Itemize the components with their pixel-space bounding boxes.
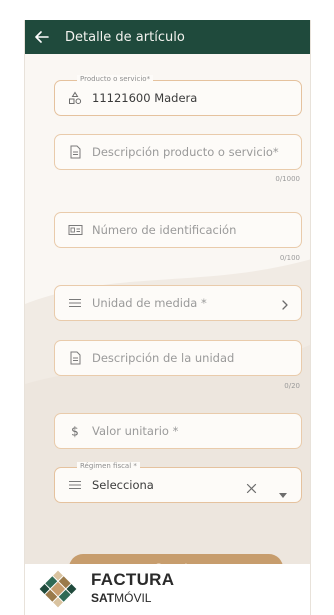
brand-sat: SAT — [91, 591, 115, 605]
identification-number-placeholder: Número de identificación — [92, 223, 237, 237]
brand-subtitle: SATMÓVIL — [91, 591, 151, 605]
page-title: Detalle de artículo — [65, 29, 185, 45]
form-scroll-area[interactable]: Producto o servicio* 11121600 Madera Des… — [25, 54, 310, 564]
phone-screen: Detalle de artículo Producto o servicio*… — [24, 20, 311, 615]
footer-branding: FACTURA SATMÓVIL — [25, 564, 310, 615]
identification-number-counter: 0/100 — [279, 254, 300, 262]
sat-logo-icon — [39, 570, 77, 608]
tax-regime-value: Selecciona — [92, 478, 154, 492]
app-bar: Detalle de artículo — [25, 20, 310, 54]
unit-description-placeholder: Descripción de la unidad — [92, 351, 235, 365]
brand-title: FACTURA — [91, 570, 175, 589]
description-field[interactable]: Descripción producto o servicio* — [54, 134, 302, 170]
list-icon — [67, 295, 83, 311]
dollar-icon: $ — [67, 423, 83, 439]
tax-regime-label: Régimen fiscal * — [77, 462, 140, 470]
svg-text:$: $ — [71, 425, 79, 439]
product-service-value: 11121600 Madera — [92, 91, 198, 105]
description-counter: 0/1000 — [275, 175, 300, 183]
close-icon[interactable] — [246, 479, 257, 498]
chevron-right-icon[interactable] — [281, 296, 289, 315]
document-icon — [67, 350, 83, 366]
unit-value-placeholder: Valor unitario * — [92, 424, 179, 438]
unit-of-measure-placeholder: Unidad de medida * — [92, 296, 207, 310]
list-icon — [67, 477, 83, 493]
description-placeholder: Descripción producto o servicio* — [92, 145, 279, 159]
arrow-left-icon[interactable] — [25, 20, 59, 54]
unit-value-field[interactable]: $ Valor unitario * — [54, 413, 302, 449]
unit-of-measure-field[interactable]: Unidad de medida * — [54, 285, 302, 321]
caret-down-icon[interactable] — [279, 483, 287, 502]
document-icon — [67, 144, 83, 160]
save-button[interactable]: Guardar — [69, 554, 283, 564]
brand-movil: MÓVIL — [114, 591, 152, 605]
unit-description-counter: 0/20 — [284, 382, 300, 390]
tax-regime-select[interactable]: Régimen fiscal * Selecciona — [54, 462, 302, 503]
product-service-label: Producto o servicio* — [77, 75, 154, 83]
id-card-icon — [67, 222, 83, 238]
unit-description-field[interactable]: Descripción de la unidad — [54, 340, 302, 376]
identification-number-field[interactable]: Número de identificación — [54, 212, 302, 248]
product-service-field[interactable]: Producto o servicio* 11121600 Madera — [54, 75, 302, 116]
category-icon — [67, 90, 83, 106]
